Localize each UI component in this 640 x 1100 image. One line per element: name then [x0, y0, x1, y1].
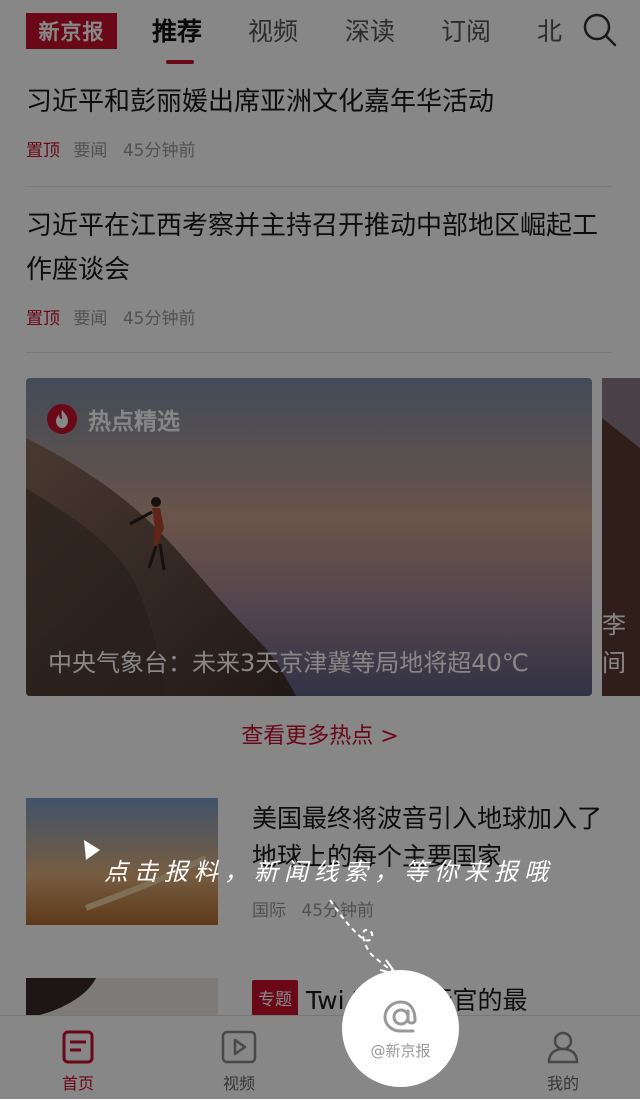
report-hint: 点击报料，新闻线索，等你来报哦 — [104, 858, 554, 886]
at-sign-icon — [382, 1000, 416, 1033]
tutorial-overlay[interactable] — [0, 0, 640, 1099]
report-label: @新京报 — [370, 1042, 431, 1060]
report-button[interactable]: @新京报 — [342, 970, 459, 1087]
